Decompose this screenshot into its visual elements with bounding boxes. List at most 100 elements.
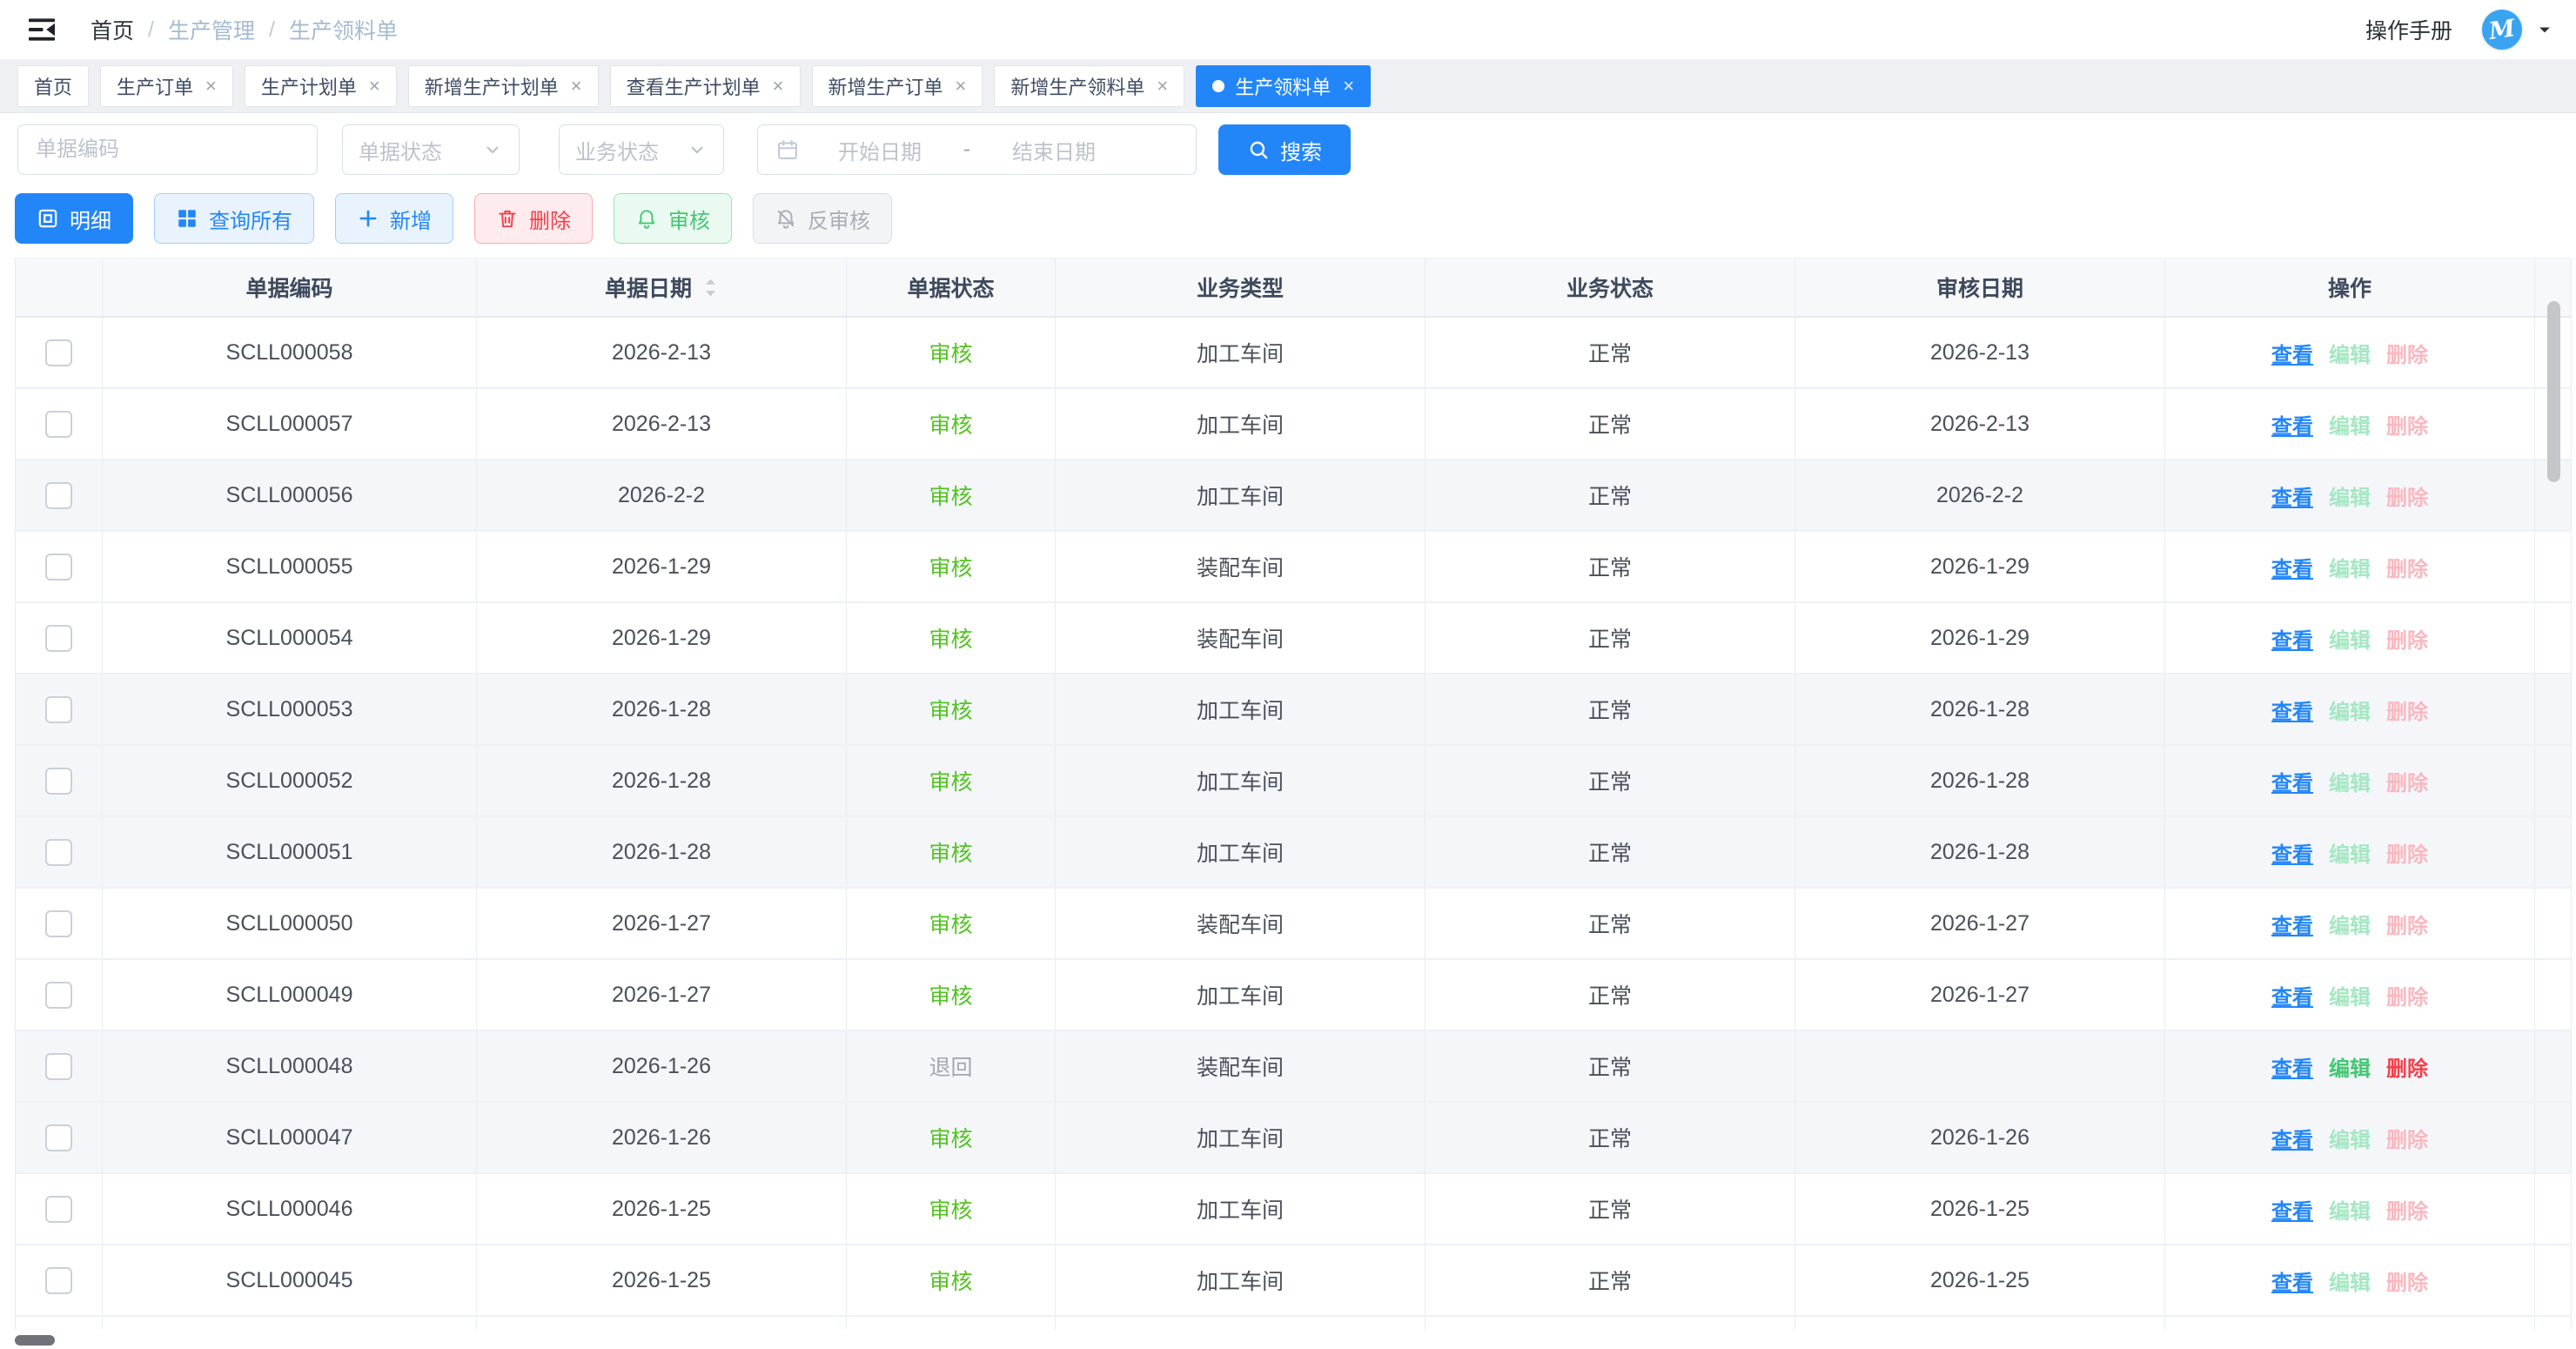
- tab-item[interactable]: 查看生产计划单×: [610, 65, 801, 107]
- avatar[interactable]: M: [2482, 10, 2522, 50]
- delete-link[interactable]: 删除: [2386, 623, 2428, 654]
- menu-fold-icon[interactable]: [26, 14, 57, 45]
- edit-link[interactable]: 编辑: [2329, 338, 2371, 368]
- delete-link[interactable]: 删除: [2386, 695, 2428, 725]
- delete-link[interactable]: 删除: [2386, 909, 2428, 939]
- delete-link[interactable]: 删除: [2386, 837, 2428, 868]
- row-checkbox[interactable]: [45, 982, 72, 1009]
- row-checkbox[interactable]: [45, 625, 72, 652]
- query-all-button[interactable]: 查询所有: [154, 193, 314, 244]
- edit-link[interactable]: 编辑: [2329, 837, 2371, 868]
- view-link[interactable]: 查看: [2271, 1051, 2313, 1082]
- edit-link[interactable]: 编辑: [2329, 409, 2371, 440]
- tab-close-icon[interactable]: ×: [571, 77, 582, 96]
- cell-biz-status: 正常: [1426, 603, 1795, 673]
- view-link[interactable]: 查看: [2271, 409, 2313, 440]
- breadcrumb-item[interactable]: 生产领料单: [289, 14, 398, 45]
- view-link[interactable]: 查看: [2271, 1265, 2313, 1296]
- delete-link[interactable]: 删除: [2386, 1123, 2428, 1153]
- delete-link[interactable]: 删除: [2386, 1194, 2428, 1225]
- delete-link[interactable]: 删除: [2386, 1051, 2428, 1082]
- date-end-placeholder: 结束日期: [1012, 135, 1096, 165]
- date-range-picker[interactable]: 开始日期 - 结束日期: [757, 124, 1197, 175]
- vertical-scrollbar-thumb[interactable]: [2547, 301, 2560, 482]
- view-link[interactable]: 查看: [2271, 623, 2313, 654]
- edit-link[interactable]: 编辑: [2329, 1051, 2371, 1082]
- breadcrumb-item[interactable]: 生产管理: [168, 14, 255, 45]
- view-link[interactable]: 查看: [2271, 1194, 2313, 1225]
- edit-link[interactable]: 编辑: [2329, 623, 2371, 654]
- cell-date: 2026-1-28: [477, 674, 847, 744]
- delete-link[interactable]: 删除: [2386, 980, 2428, 1010]
- edit-link[interactable]: 编辑: [2329, 909, 2371, 939]
- cell-code: SCLL000055: [103, 532, 477, 601]
- doc-status-select[interactable]: 单据状态: [342, 124, 520, 175]
- horizontal-scrollbar-thumb[interactable]: [15, 1335, 55, 1346]
- table-row-partial: [16, 1317, 2571, 1330]
- tab-close-icon[interactable]: ×: [205, 77, 217, 96]
- edit-link[interactable]: 编辑: [2329, 980, 2371, 1010]
- delete-link[interactable]: 删除: [2386, 1265, 2428, 1296]
- tab-active[interactable]: 生产领料单×: [1196, 65, 1371, 107]
- biz-status-select[interactable]: 业务状态: [559, 124, 724, 175]
- delete-link[interactable]: 删除: [2386, 409, 2428, 440]
- tab-item[interactable]: 新增生产计划单×: [408, 65, 599, 107]
- tab-close-icon[interactable]: ×: [369, 77, 380, 96]
- delete-link[interactable]: 删除: [2386, 552, 2428, 582]
- view-link[interactable]: 查看: [2271, 837, 2313, 868]
- edit-link[interactable]: 编辑: [2329, 1123, 2371, 1153]
- row-checkbox[interactable]: [45, 768, 72, 795]
- row-checkbox[interactable]: [45, 1124, 72, 1151]
- view-link[interactable]: 查看: [2271, 480, 2313, 511]
- tab-item[interactable]: 生产计划单×: [245, 65, 397, 107]
- tab-item[interactable]: 新增生产领料单×: [994, 65, 1184, 107]
- tab-close-icon[interactable]: ×: [1343, 77, 1354, 96]
- row-checkbox[interactable]: [45, 554, 72, 581]
- tab-close-icon[interactable]: ×: [773, 77, 784, 96]
- row-checkbox[interactable]: [45, 482, 72, 509]
- tab-item[interactable]: 生产订单×: [100, 65, 233, 107]
- delete-link[interactable]: 删除: [2386, 480, 2428, 511]
- view-link[interactable]: 查看: [2271, 695, 2313, 725]
- tab-item[interactable]: 新增生产订单×: [812, 65, 983, 107]
- edit-link[interactable]: 编辑: [2329, 480, 2371, 511]
- row-checkbox[interactable]: [45, 839, 72, 866]
- tab-close-icon[interactable]: ×: [1157, 77, 1168, 96]
- edit-link[interactable]: 编辑: [2329, 1194, 2371, 1225]
- caret-down-icon[interactable]: [2536, 21, 2553, 38]
- row-checkbox[interactable]: [45, 411, 72, 438]
- cell-doc-status: 审核: [847, 1174, 1056, 1244]
- row-checkbox[interactable]: [45, 1267, 72, 1294]
- row-checkbox[interactable]: [45, 696, 72, 723]
- view-link[interactable]: 查看: [2271, 980, 2313, 1010]
- edit-link[interactable]: 编辑: [2329, 552, 2371, 582]
- add-button[interactable]: 新增: [335, 193, 453, 244]
- view-link[interactable]: 查看: [2271, 766, 2313, 796]
- row-checkbox[interactable]: [45, 339, 72, 366]
- cell-biz-type: 装配车间: [1056, 889, 1426, 958]
- view-link[interactable]: 查看: [2271, 552, 2313, 582]
- view-link[interactable]: 查看: [2271, 909, 2313, 939]
- cell-code: SCLL000052: [103, 746, 477, 815]
- unapprove-button[interactable]: 反审核: [753, 193, 892, 244]
- tab-item[interactable]: 首页: [17, 65, 89, 107]
- breadcrumb-item[interactable]: 首页: [91, 14, 134, 45]
- delete-link[interactable]: 删除: [2386, 766, 2428, 796]
- edit-link[interactable]: 编辑: [2329, 766, 2371, 796]
- column-header-date[interactable]: 单据日期: [477, 258, 847, 316]
- search-button[interactable]: 搜索: [1218, 124, 1351, 175]
- view-link[interactable]: 查看: [2271, 1123, 2313, 1153]
- manual-link[interactable]: 操作手册: [2365, 14, 2452, 45]
- edit-link[interactable]: 编辑: [2329, 695, 2371, 725]
- delete-button[interactable]: 删除: [474, 193, 593, 244]
- doc-code-input[interactable]: [17, 124, 318, 175]
- row-checkbox[interactable]: [45, 1053, 72, 1080]
- detail-button[interactable]: 明细: [15, 193, 133, 244]
- edit-link[interactable]: 编辑: [2329, 1265, 2371, 1296]
- row-checkbox[interactable]: [45, 1196, 72, 1223]
- tab-close-icon[interactable]: ×: [956, 77, 967, 96]
- view-link[interactable]: 查看: [2271, 338, 2313, 368]
- approve-button[interactable]: 审核: [614, 193, 732, 244]
- delete-link[interactable]: 删除: [2386, 338, 2428, 368]
- row-checkbox[interactable]: [45, 910, 72, 937]
